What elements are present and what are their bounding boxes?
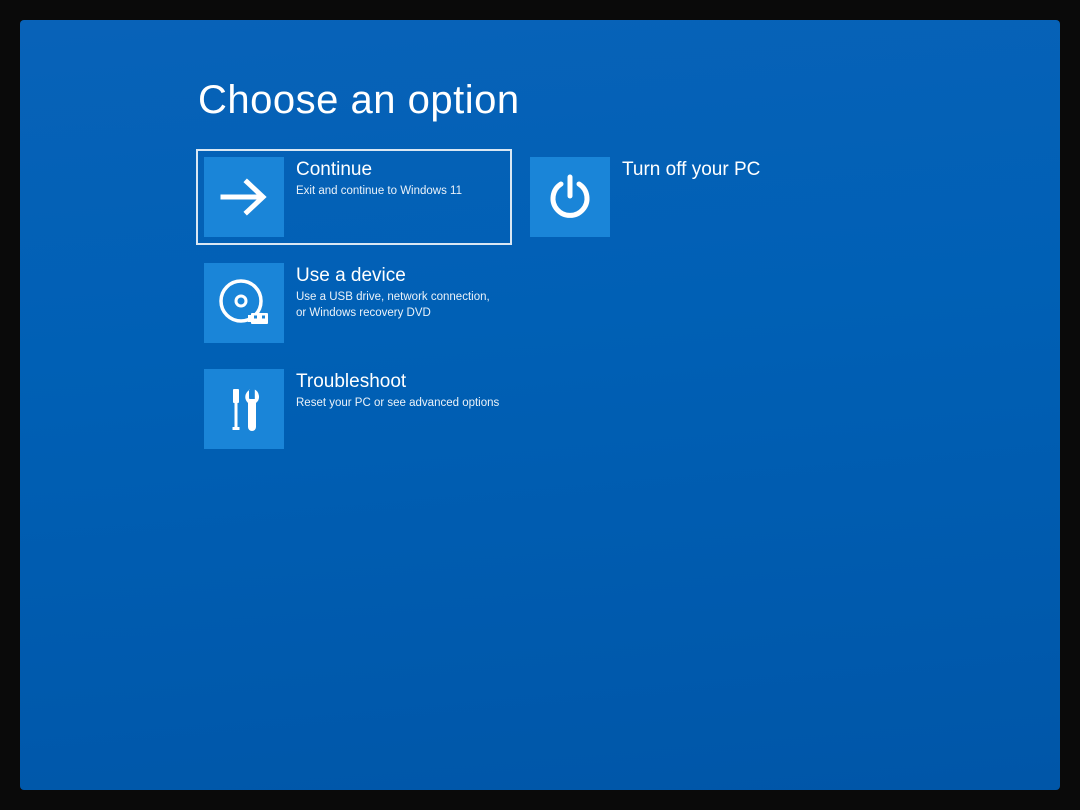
option-title: Troubleshoot bbox=[296, 371, 500, 393]
option-troubleshoot[interactable]: Troubleshoot Reset your PC or see advanc… bbox=[198, 363, 510, 455]
option-use-device[interactable]: Use a device Use a USB drive, network co… bbox=[198, 257, 510, 349]
option-text: Turn off your PC bbox=[622, 153, 834, 184]
option-desc: Reset your PC or see advanced options bbox=[296, 396, 500, 412]
power-icon bbox=[530, 157, 610, 237]
option-desc: Use a USB drive, network connection, or … bbox=[296, 290, 500, 321]
disc-usb-icon bbox=[204, 263, 284, 343]
option-title: Turn off your PC bbox=[622, 159, 826, 181]
option-desc: Exit and continue to Windows 11 bbox=[296, 184, 500, 200]
page-title: Choose an option bbox=[198, 78, 1060, 123]
option-text: Use a device Use a USB drive, network co… bbox=[296, 259, 508, 321]
recovery-screen: Choose an option Continue Exit and conti… bbox=[20, 20, 1060, 790]
option-text: Continue Exit and continue to Windows 11 bbox=[296, 153, 508, 200]
option-title: Continue bbox=[296, 159, 500, 181]
option-turn-off[interactable]: Turn off your PC bbox=[524, 151, 836, 243]
tools-icon bbox=[204, 369, 284, 449]
option-title: Use a device bbox=[296, 265, 500, 287]
options-grid: Continue Exit and continue to Windows 11… bbox=[198, 151, 1060, 455]
arrow-right-icon bbox=[204, 157, 284, 237]
option-continue[interactable]: Continue Exit and continue to Windows 11 bbox=[198, 151, 510, 243]
option-text: Troubleshoot Reset your PC or see advanc… bbox=[296, 365, 508, 412]
